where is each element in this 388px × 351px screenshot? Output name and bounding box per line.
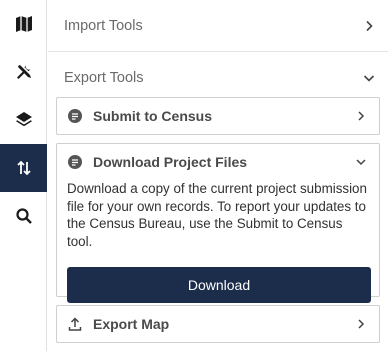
import-tools-row[interactable]: Import Tools xyxy=(48,1,388,51)
transfer-button[interactable] xyxy=(0,144,47,192)
search-button[interactable] xyxy=(0,192,47,240)
import-tools-label: Import Tools xyxy=(64,18,143,34)
transfer-icon xyxy=(16,160,31,176)
upload-icon xyxy=(67,316,83,332)
tools-panel: Import Tools Export Tools Submit to Cens… xyxy=(48,0,388,351)
download-description: Download a copy of the current project s… xyxy=(67,181,367,249)
map-icon xyxy=(15,16,32,32)
export-map-card[interactable]: Export Map xyxy=(56,305,380,343)
census-icon xyxy=(67,108,83,124)
submit-to-census-header[interactable]: Submit to Census xyxy=(57,98,379,134)
search-icon xyxy=(15,208,32,224)
census-icon xyxy=(67,154,83,170)
download-project-files-card: Download Project Files Download a copy o… xyxy=(56,143,380,303)
submit-to-census-title: Submit to Census xyxy=(93,108,213,124)
chevron-right-icon xyxy=(358,319,365,329)
submit-to-census-card[interactable]: Submit to Census xyxy=(56,97,380,135)
export-map-header[interactable]: Export Map xyxy=(57,306,379,342)
download-project-files-header[interactable]: Download Project Files xyxy=(57,144,379,180)
chevron-right-icon xyxy=(366,20,373,32)
tools-icon xyxy=(16,65,31,79)
download-card-body: Download a copy of the current project s… xyxy=(57,180,379,303)
layers-icon xyxy=(15,112,32,127)
tools-button[interactable] xyxy=(0,48,47,96)
chevron-down-icon xyxy=(363,75,375,82)
chevron-down-icon xyxy=(356,159,366,166)
map-button[interactable] xyxy=(0,0,47,48)
export-tools-row[interactable]: Export Tools xyxy=(48,53,388,103)
download-project-files-title: Download Project Files xyxy=(93,154,248,170)
export-tools-label: Export Tools xyxy=(64,70,144,86)
download-button[interactable]: Download xyxy=(67,267,371,303)
chevron-right-icon xyxy=(358,111,365,121)
divider xyxy=(48,51,388,52)
export-map-title: Export Map xyxy=(93,316,170,332)
layers-button[interactable] xyxy=(0,96,47,144)
icon-rail xyxy=(0,0,47,351)
